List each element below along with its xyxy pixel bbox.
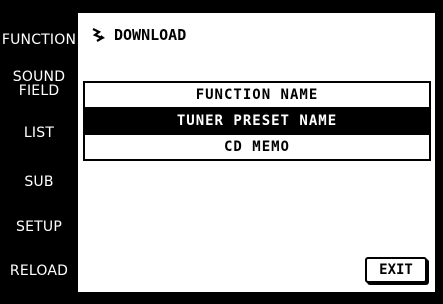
sidebar: FUNCTION SOUND FIELD LIST SUB SETUP RELO…	[0, 0, 78, 304]
sidebar-item-list[interactable]: LIST	[0, 126, 78, 140]
exit-button[interactable]: EXIT	[365, 257, 427, 283]
page-header: DOWNLOAD	[90, 23, 186, 47]
sidebar-item-function[interactable]: FUNCTION	[0, 33, 78, 47]
list-item-function-name[interactable]: FUNCTION NAME	[85, 83, 429, 107]
sidebar-item-label: SOUND	[12, 69, 66, 85]
list-item-label: TUNER PRESET NAME	[176, 113, 338, 129]
sidebar-item-reload[interactable]: RELOAD	[0, 264, 78, 278]
sidebar-item-setup[interactable]: SETUP	[0, 220, 78, 234]
sidebar-item-sound-field[interactable]: SOUND FIELD	[0, 70, 78, 98]
page-title: DOWNLOAD	[114, 26, 187, 44]
list-item-cd-memo[interactable]: CD MEMO	[85, 133, 429, 159]
sidebar-item-label: RELOAD	[9, 263, 69, 279]
sidebar-item-sub[interactable]: SUB	[0, 175, 78, 189]
exit-button-label: EXIT	[379, 262, 413, 278]
sidebar-item-label: FUNCTION	[1, 32, 77, 48]
list-item-label: FUNCTION NAME	[195, 87, 319, 103]
sidebar-item-label: FIELD	[18, 83, 60, 99]
download-list: FUNCTION NAME TUNER PRESET NAME CD MEMO	[83, 81, 431, 161]
sidebar-item-label: SUB	[24, 174, 54, 190]
sidebar-item-label: SETUP	[16, 219, 62, 235]
download-icon	[92, 28, 105, 42]
sidebar-item-label: LIST	[23, 125, 55, 141]
list-item-tuner-preset-name[interactable]: TUNER PRESET NAME	[85, 107, 429, 133]
list-item-label: CD MEMO	[223, 139, 290, 155]
main-panel: DOWNLOAD FUNCTION NAME TUNER PRESET NAME…	[78, 13, 435, 292]
